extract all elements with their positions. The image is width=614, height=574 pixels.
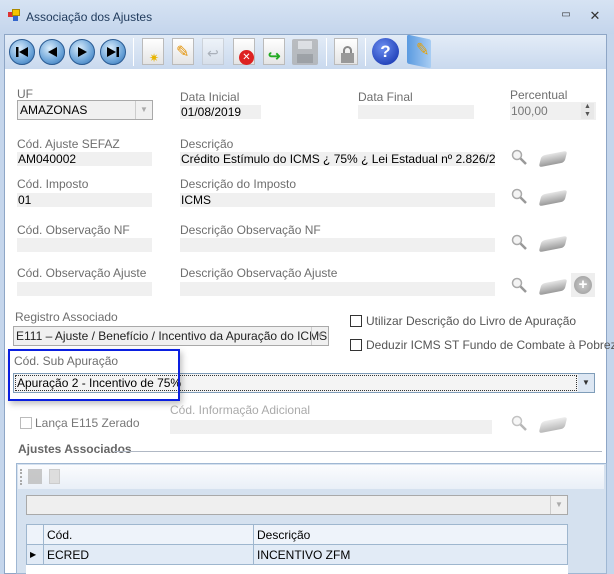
delete-icon[interactable]: ✕ bbox=[233, 38, 255, 65]
minimize-button[interactable]: ▭ bbox=[559, 9, 573, 23]
lock-icon[interactable] bbox=[334, 38, 358, 65]
percentual-spinner[interactable]: ▲ ▼ bbox=[581, 103, 594, 119]
percentual-label: Percentual bbox=[510, 88, 568, 102]
data-final-field[interactable] bbox=[358, 105, 474, 119]
registro-select[interactable]: E111 – Ajuste / Benefício / Incentivo da… bbox=[13, 326, 329, 346]
document-icon[interactable] bbox=[49, 469, 60, 484]
toolbar-separator bbox=[365, 38, 366, 66]
folder-edit-icon[interactable]: ✎ bbox=[407, 34, 431, 69]
data-final-label: Data Final bbox=[358, 90, 413, 104]
cod-info-label: Cód. Informação Adicional bbox=[170, 403, 311, 417]
lanca-e115-checkbox[interactable] bbox=[20, 417, 32, 429]
search-icon[interactable] bbox=[511, 188, 527, 204]
column-header-descricao[interactable]: Descrição bbox=[253, 524, 568, 545]
close-button[interactable]: ✕ bbox=[588, 8, 602, 23]
cod-obs-ajuste-label: Cód. Observação Ajuste bbox=[17, 266, 147, 280]
plus-icon: + bbox=[574, 276, 592, 294]
last-record-icon[interactable] bbox=[100, 39, 126, 65]
toolbar-grip[interactable] bbox=[20, 469, 22, 485]
ajustes-title: Ajustes Associados bbox=[18, 442, 132, 456]
ajustes-toolbar bbox=[18, 465, 604, 489]
chevron-down-icon[interactable]: ▼ bbox=[135, 101, 152, 119]
uf-value: AMAZONAS bbox=[20, 103, 88, 117]
ajustes-grid: Cód. Descrição ▶ ECRED INCENTIVO ZFM bbox=[26, 524, 568, 574]
ajustes-select[interactable]: ▼ bbox=[26, 495, 568, 515]
divider bbox=[114, 451, 602, 452]
chevron-down-icon[interactable]: ▼ bbox=[311, 327, 328, 345]
registro-value: E111 – Ajuste / Benefício / Incentivo da… bbox=[16, 329, 328, 343]
cod-imposto-field[interactable]: 01 bbox=[17, 193, 152, 207]
column-header-cod[interactable]: Cód. bbox=[43, 524, 254, 545]
utilizar-desc-label: Utilizar Descrição do Livro de Apuração bbox=[366, 314, 577, 328]
utilizar-desc-checkbox[interactable] bbox=[350, 315, 362, 327]
next-record-icon[interactable] bbox=[69, 39, 95, 65]
window-title: Associação dos Ajustes bbox=[26, 10, 153, 24]
help-icon[interactable]: ? bbox=[372, 38, 399, 65]
first-record-icon[interactable] bbox=[9, 39, 35, 65]
descricao-field[interactable]: Crédito Estímulo do ICMS ¿ 75% ¿ Lei Est… bbox=[180, 152, 495, 166]
desc-imposto-field[interactable]: ICMS bbox=[180, 193, 495, 207]
cod-obs-ajuste-field[interactable] bbox=[17, 282, 152, 296]
cod-ajuste-field[interactable]: AM040002 bbox=[17, 152, 152, 166]
toolbar-separator bbox=[133, 38, 134, 66]
previous-record-icon[interactable] bbox=[39, 39, 65, 65]
row-selector-icon[interactable]: ▶ bbox=[26, 544, 44, 565]
desc-imposto-label: Descrição do Imposto bbox=[180, 177, 297, 191]
desc-obs-ajuste-field[interactable] bbox=[180, 282, 495, 296]
save-icon[interactable] bbox=[292, 39, 318, 65]
undo-icon[interactable]: ↩ bbox=[202, 38, 224, 65]
add-button[interactable]: + bbox=[571, 273, 595, 297]
data-inicial-label: Data Inicial bbox=[180, 90, 240, 104]
cod-imposto-label: Cód. Imposto bbox=[17, 177, 89, 191]
chevron-down-icon[interactable]: ▼ bbox=[578, 374, 594, 392]
desc-obs-ajuste-label: Descrição Observação Ajuste bbox=[180, 266, 338, 280]
descricao-label: Descrição bbox=[180, 137, 234, 151]
cod-obs-nf-label: Cód. Observação NF bbox=[17, 223, 130, 237]
lanca-e115-label: Lança E115 Zerado bbox=[35, 416, 140, 430]
confirm-icon[interactable]: ↪ bbox=[263, 38, 285, 65]
app-icon bbox=[8, 9, 20, 21]
chevron-down-icon[interactable]: ▼ bbox=[550, 496, 567, 514]
data-inicial-field[interactable]: 01/08/2019 bbox=[180, 105, 261, 119]
search-icon[interactable] bbox=[511, 149, 527, 165]
search-icon[interactable] bbox=[511, 234, 527, 250]
cell-cod[interactable]: ECRED bbox=[43, 544, 254, 565]
cod-obs-nf-field[interactable] bbox=[17, 238, 152, 252]
registro-label: Registro Associado bbox=[15, 310, 118, 324]
new-icon[interactable]: ✷ bbox=[142, 38, 164, 65]
deduzir-label: Deduzir ICMS ST Fundo de Combate à Pobre… bbox=[366, 338, 614, 352]
save-icon[interactable] bbox=[28, 469, 42, 484]
highlight-box bbox=[8, 349, 180, 401]
desc-obs-nf-field[interactable] bbox=[180, 238, 495, 252]
uf-select[interactable]: AMAZONAS ▼ bbox=[17, 100, 153, 120]
cell-descricao[interactable]: INCENTIVO ZFM bbox=[253, 544, 568, 565]
cod-info-field[interactable] bbox=[170, 420, 492, 434]
row-header-corner bbox=[26, 524, 44, 545]
cod-ajuste-label: Cód. Ajuste SEFAZ bbox=[17, 137, 120, 151]
search-icon[interactable] bbox=[511, 415, 527, 431]
edit-icon[interactable]: ✎ bbox=[172, 38, 194, 65]
uf-label: UF bbox=[17, 87, 33, 101]
desc-obs-nf-label: Descrição Observação NF bbox=[180, 223, 321, 237]
deduzir-checkbox[interactable] bbox=[350, 339, 362, 351]
table-row[interactable]: ▶ ECRED INCENTIVO ZFM bbox=[26, 544, 568, 565]
toolbar-separator bbox=[326, 38, 327, 66]
search-icon[interactable] bbox=[511, 277, 527, 293]
